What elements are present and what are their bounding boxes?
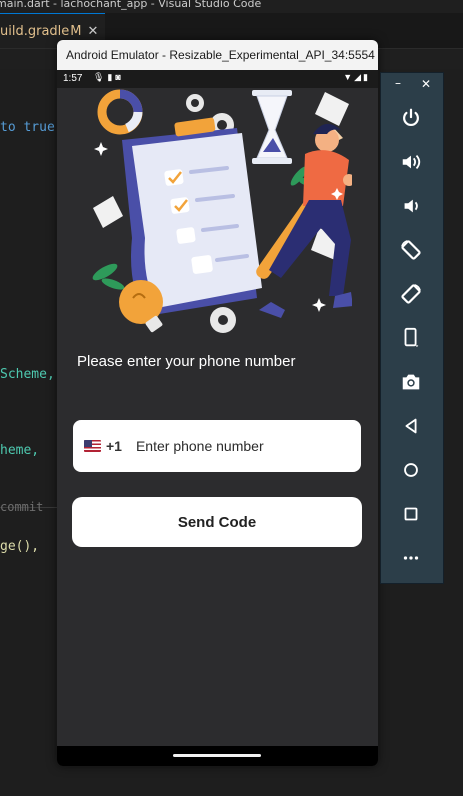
power-button[interactable] xyxy=(392,99,430,137)
emulator-toolbar: – ✕ xyxy=(380,72,444,584)
tab-label: uild.gradle xyxy=(0,23,70,39)
overview-button[interactable] xyxy=(392,495,430,533)
send-code-button[interactable]: Send Code xyxy=(72,497,362,547)
fold-icon xyxy=(404,327,419,348)
tab-status: M xyxy=(70,23,82,39)
phone-number-field[interactable]: +1 xyxy=(73,420,361,472)
donut-chart-icon xyxy=(97,89,143,135)
emulator-title: Android Emulator - Resizable_Experimenta… xyxy=(66,48,375,62)
wifi-signal-battery-icons: ▼◢▮ xyxy=(343,72,370,82)
code-line: Scheme, xyxy=(0,367,55,382)
code-line: ge(), xyxy=(0,539,40,554)
camera-icon xyxy=(402,374,420,390)
lightbulb-icon xyxy=(119,280,163,333)
gesture-nav-bar xyxy=(57,746,378,766)
more-icon xyxy=(403,556,419,560)
code-line: to true xyxy=(0,120,55,135)
overview-icon xyxy=(404,507,418,521)
more-button[interactable] xyxy=(392,539,430,577)
minimize-icon[interactable]: – xyxy=(395,76,401,90)
rotate-left-button[interactable] xyxy=(392,231,430,269)
back-icon xyxy=(405,418,417,434)
close-icon[interactable]: ✕ xyxy=(421,77,431,91)
status-bar: 1:57 🎙▮◙ ▼◢▮ xyxy=(57,70,378,88)
phone-screen: 1:57 🎙▮◙ ▼◢▮ Please enter your phone num… xyxy=(57,70,378,766)
onboarding-illustration xyxy=(92,89,352,333)
volume-up-button[interactable] xyxy=(392,143,430,181)
close-icon[interactable]: ✕ xyxy=(88,24,99,39)
toolbar-window-controls: – ✕ xyxy=(381,73,443,95)
home-gesture-handle[interactable] xyxy=(173,754,261,757)
home-button[interactable] xyxy=(392,451,430,489)
android-emulator-window: Android Emulator - Resizable_Experimenta… xyxy=(57,40,378,766)
us-flag-icon[interactable] xyxy=(84,440,101,452)
screenshot-button[interactable] xyxy=(392,363,430,401)
status-time: 1:57 xyxy=(63,73,83,84)
country-code[interactable]: +1 xyxy=(106,438,122,454)
phone-prompt-label: Please enter your phone number xyxy=(77,353,296,370)
rotate-right-icon xyxy=(401,284,421,304)
volume-down-button[interactable] xyxy=(392,187,430,225)
rotate-right-button[interactable] xyxy=(392,275,430,313)
git-blame-annotation: commit xyxy=(0,500,44,514)
home-icon xyxy=(404,463,418,477)
vscode-window-title: main.dart - lachochant_app - Visual Stud… xyxy=(0,0,262,10)
volume-up-icon xyxy=(402,154,421,170)
paper-icon xyxy=(93,196,123,228)
fold-button[interactable] xyxy=(392,319,430,357)
power-icon xyxy=(403,108,419,127)
notification-icons: 🎙▮◙ xyxy=(93,72,124,82)
paper-icon xyxy=(315,92,349,126)
back-button[interactable] xyxy=(392,407,430,445)
emulator-title-bar[interactable]: Android Emulator - Resizable_Experimenta… xyxy=(57,40,378,70)
vscode-title-bar: main.dart - lachochant_app - Visual Stud… xyxy=(0,0,463,13)
volume-down-icon xyxy=(404,199,418,213)
rotate-left-icon xyxy=(401,240,421,260)
code-line: heme, xyxy=(0,443,40,458)
phone-number-input[interactable] xyxy=(133,437,338,455)
hourglass-icon xyxy=(252,90,292,164)
